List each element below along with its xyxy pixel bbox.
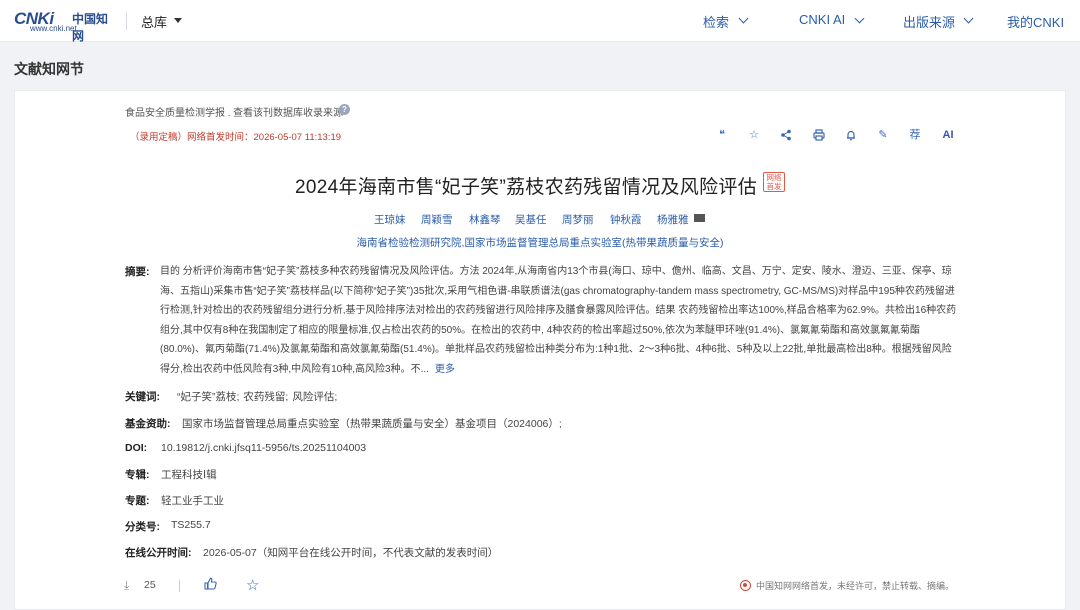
keyword-link[interactable]: 风险评估; [292,391,337,403]
author-link[interactable]: 周颖雪 [421,212,453,227]
chevron-down-icon[interactable] [963,13,974,24]
pen-icon[interactable]: ✎ [874,126,892,144]
mail-icon [694,214,705,222]
online-first-status: （录用定稿）网络首发时间：2026-05-07 11:13:19 [130,132,342,143]
logo-url: www.cnki.net [30,24,77,33]
abstract-text: 目的 分析评价海南市售“妃子笑”荔枝多种农药残留情况及风险评估。方法 2024年… [160,266,957,375]
download-icon: ⤓ [124,578,130,592]
thumbs-up-icon[interactable] [204,577,217,593]
more-link[interactable]: 更多 [435,364,455,375]
nav-cnki-ai[interactable]: CNKI AI [799,12,845,27]
top-nav-bar: CNKi 中国知网 www.cnki.net 总库 检索 CNKI AI 出版来… [0,0,1080,43]
copyright-notice: 中国知网网络首发，未经许可，禁止转载、摘编。 [740,579,954,592]
keywords-label: 关键词: [125,391,160,403]
author-link[interactable]: 林鑫琴 [469,212,501,227]
index-source-link[interactable]: 查看该刊数据库收录来源 [233,104,343,119]
keyword-list: “妃子笑”荔枝; 农药残留; 风险评估; [177,389,341,404]
nav-publication-source[interactable]: 出版来源 [903,12,955,31]
footer-divider [179,580,180,592]
topic-value[interactable]: 轻工业手工业 [161,493,224,508]
online-time-label: 在线公开时间: [125,547,192,559]
download-count: 25 [144,579,156,591]
ai-icon[interactable]: AI [939,126,957,144]
nav-my-cnki[interactable]: 我的CNKI [1007,12,1064,31]
nav-divider [126,12,127,30]
journal-breadcrumb[interactable]: 食品安全质量检测学报 . [125,104,231,119]
doi-value: 10.19812/j.cnki.jfsq11-5956/ts.202511040… [161,442,367,454]
topic-label: 专题: [125,495,150,507]
article-title-row: 2024年海南市售“妃子笑”荔枝农药残留情况及风险评估 网络首发 [0,172,1080,199]
online-time-value: 2026-05-07（知网平台在线公开时间，不代表文献的发表时间） [203,547,499,559]
series-label: 专辑: [125,469,150,481]
class-no-label: 分类号: [125,521,160,533]
favorite-icon[interactable]: ☆ [745,126,763,144]
bell-icon[interactable] [842,126,860,144]
chevron-down-icon[interactable] [854,13,865,24]
author-link[interactable]: 周梦丽 [562,212,594,227]
series-value: 工程科技Ⅰ辑 [161,469,217,481]
online-first-badge: 网络首发 [763,172,786,192]
nav-search[interactable]: 检索 [703,12,729,31]
author-link[interactable]: 王琼妹 [374,212,406,227]
help-icon[interactable]: ? [339,104,350,115]
chevron-down-icon[interactable] [738,13,749,24]
article-title: 2024年海南市售“妃子笑”荔枝农药残留情况及风险评估 [294,177,758,198]
caret-down-icon[interactable] [174,18,182,23]
keyword-link[interactable]: “妃子笑”荔枝; [177,391,239,403]
fund-value[interactable]: 国家市场监督管理总局重点实验室（热带果蔬质量与安全）基金项目（2024006）; [182,416,562,431]
logo-chinese-name: 中国知网 [72,12,109,43]
author-link[interactable]: 钟秋霞 [610,212,642,227]
class-no-value: TS255.7 [171,519,211,531]
author-link[interactable]: 杨雅雅 [657,212,689,227]
print-icon[interactable] [810,126,828,144]
quote-icon[interactable]: ❝ [713,126,731,144]
library-dropdown[interactable]: 总库 [141,12,167,31]
keyword-link[interactable]: 农药残留; [243,391,288,403]
affiliation[interactable]: 海南省检验检测研究院,国家市场监督管理总局重点实验室(热带果蔬质量与安全) [0,235,1080,250]
page-section-title: 文献知网节 [14,61,84,77]
abstract-label: 摘要: [125,266,150,278]
fund-label: 基金资助: [125,418,171,430]
star-outline-icon[interactable]: ☆ [246,576,259,594]
author-link[interactable]: 吴基任 [515,212,547,227]
recommend-icon[interactable]: 荐 [906,126,924,144]
copyright-icon [740,580,751,591]
share-icon[interactable] [777,126,795,144]
doi-label: DOI: [125,442,148,454]
cnki-logo[interactable]: CNKi 中国知网 www.cnki.net [14,8,112,43]
